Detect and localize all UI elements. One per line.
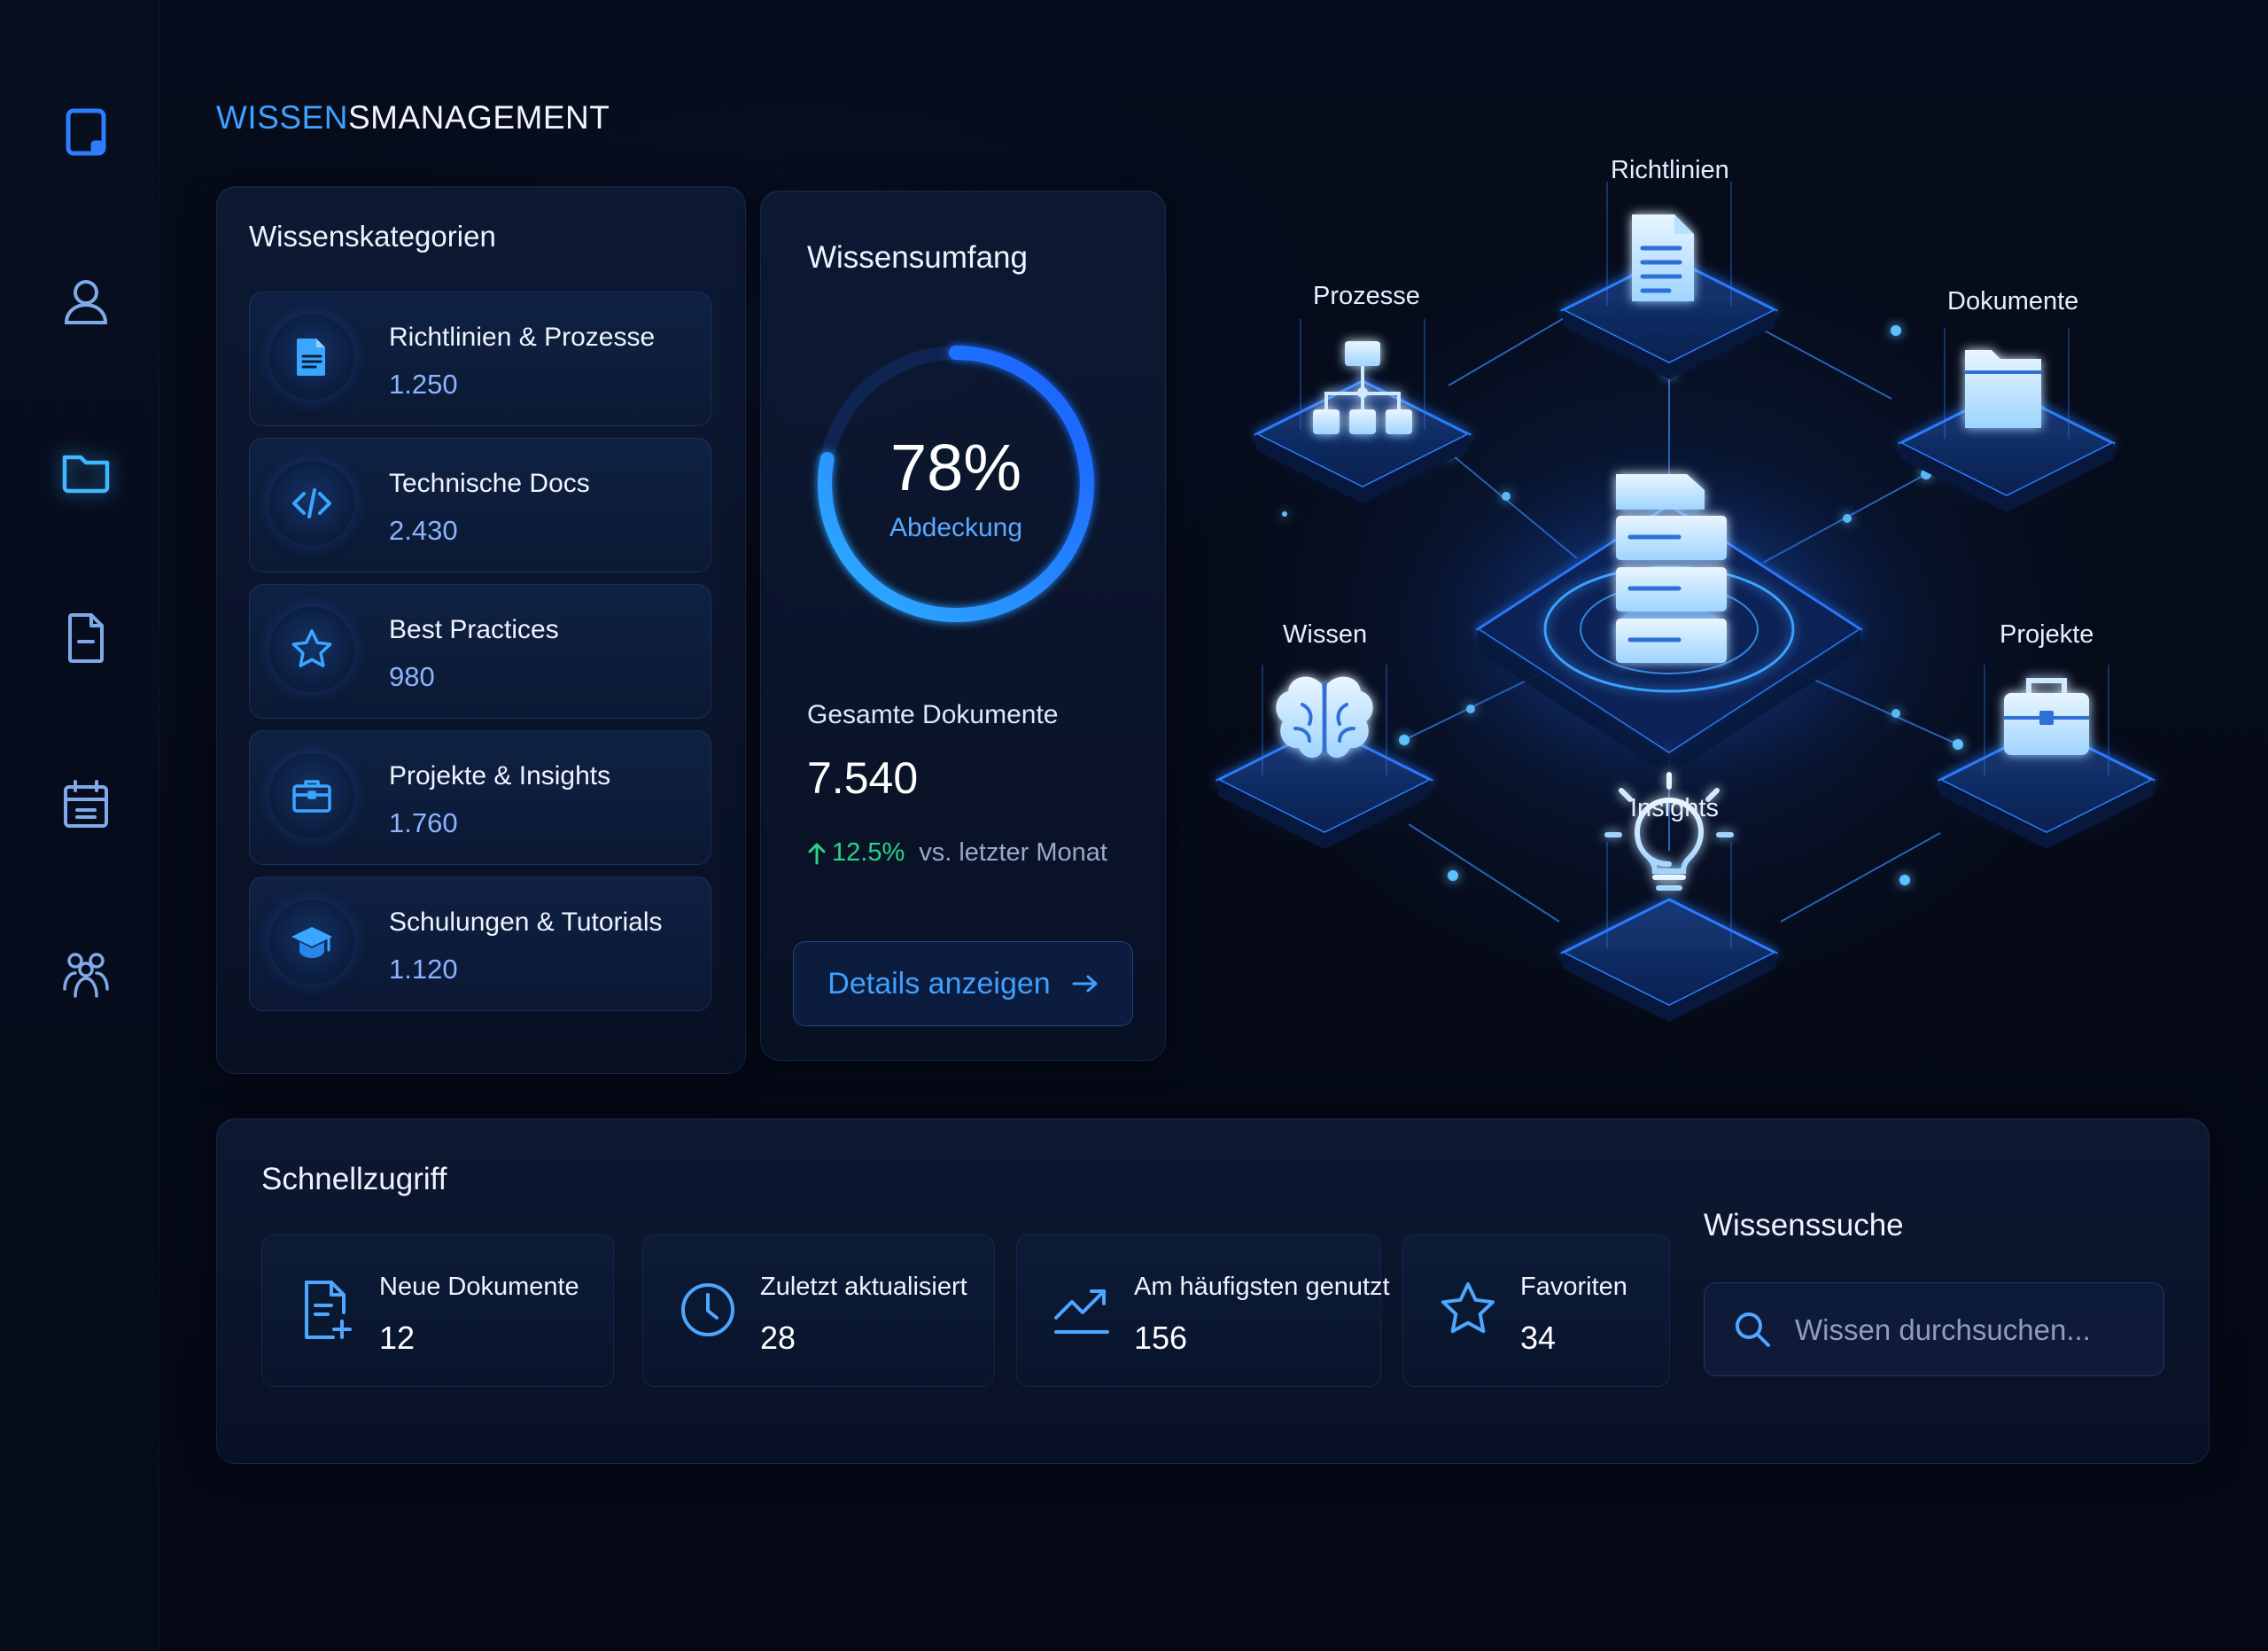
categories-panel: Wissenskategorien Richtlinien & Prozesse… <box>216 186 746 1074</box>
categories-title: Wissenskategorien <box>249 220 496 253</box>
category-label: Schulungen & Tutorials <box>389 907 663 937</box>
knowledge-network: Richtlinien Prozesse Dokumente Wissen Pr… <box>1187 133 2179 1072</box>
category-item-schulungen[interactable]: Schulungen & Tutorials 1.120 <box>249 876 711 1011</box>
clock-icon <box>681 1283 734 1336</box>
quick-access-label: Favoriten <box>1520 1273 1627 1301</box>
network-graphic <box>1214 182 2157 1022</box>
folder-icon <box>1965 350 2041 428</box>
document-icon <box>297 339 325 376</box>
trend-indicator: 12.5% vs. letzter Monat <box>807 838 1107 868</box>
node-label-projekte: Projekte <box>2000 620 2094 649</box>
quick-access-favorites[interactable]: Favoriten 34 <box>1402 1234 1670 1387</box>
node-label-dokumente: Dokumente <box>1947 287 2079 315</box>
node-label-wissen: Wissen <box>1283 620 1368 649</box>
scope-title: Wissensumfang <box>807 240 1028 275</box>
category-label: Richtlinien & Prozesse <box>389 323 656 352</box>
document-icon <box>1632 214 1694 301</box>
node-label-richtlinien: Richtlinien <box>1611 156 1729 184</box>
category-count: 980 <box>389 661 435 692</box>
quick-access-new-documents[interactable]: Neue Dokumente 12 <box>261 1234 614 1387</box>
folder-icon <box>62 455 110 494</box>
category-count: 1.760 <box>389 807 458 838</box>
node-label-prozesse: Prozesse <box>1313 282 1420 310</box>
document-icon <box>68 613 104 663</box>
sidebar-item-team[interactable] <box>49 936 123 1010</box>
scope-panel: Wissensumfang 78% Abdeckung Gesamte Doku… <box>760 191 1166 1061</box>
briefcase-icon <box>2004 678 2089 755</box>
coverage-percent: 78% <box>889 431 1022 504</box>
briefcase-icon <box>292 780 331 813</box>
coverage-ring: 78% Abdeckung <box>810 338 1102 630</box>
category-count: 1.250 <box>389 369 458 400</box>
brain-icon <box>1276 676 1373 759</box>
quick-access-label: Neue Dokumente <box>379 1273 579 1301</box>
node-projekte[interactable] <box>1936 665 2157 849</box>
category-item-technische-docs[interactable]: Technische Docs 2.430 <box>249 438 711 572</box>
sidebar-item-user[interactable] <box>49 264 123 339</box>
arrow-right-icon <box>1072 975 1098 993</box>
user-icon <box>64 280 108 324</box>
sidebar-item-folder[interactable] <box>49 434 123 509</box>
code-icon <box>292 488 331 518</box>
sidebar <box>0 0 160 1651</box>
quick-access-title: Schnellzugriff <box>261 1162 447 1196</box>
app-title: WISSENSMANAGEMENT <box>216 99 610 136</box>
trend-chart-icon <box>1054 1289 1109 1334</box>
category-item-projekte[interactable]: Projekte & Insights 1.760 <box>249 730 711 865</box>
star-icon <box>1441 1282 1495 1334</box>
quick-access-most-used[interactable]: Am häufigsten genutzt 156 <box>1016 1234 1390 1387</box>
quick-access-value: 156 <box>1134 1320 1188 1356</box>
quick-access-panel: Schnellzugriff Neue Dokumente 12 Zuletzt… <box>216 1118 2210 1464</box>
quick-access-label: Zuletzt aktualisiert <box>760 1273 967 1301</box>
team-icon <box>63 953 109 998</box>
quick-access-value: 12 <box>379 1320 416 1356</box>
trend-value: 12.5% <box>832 838 905 867</box>
category-item-best-practices[interactable]: Best Practices 980 <box>249 584 711 719</box>
category-label: Projekte & Insights <box>389 761 611 790</box>
quick-access-value: 28 <box>760 1320 796 1356</box>
category-label: Technische Docs <box>389 469 590 498</box>
category-count: 2.430 <box>389 515 458 546</box>
sidebar-item-document[interactable] <box>49 601 123 675</box>
category-label: Best Practices <box>389 615 559 644</box>
details-button-label: Details anzeigen <box>827 966 1051 1001</box>
sidebar-item-tablet[interactable] <box>49 95 123 169</box>
coverage-label: Abdeckung <box>889 513 1023 542</box>
app-title-accent: WISSEN <box>216 99 348 136</box>
search-title: Wissenssuche <box>1704 1208 1904 1242</box>
trend-text: vs. letzter Monat <box>919 838 1107 867</box>
quick-access-label: Am häufigsten genutzt <box>1134 1273 1390 1301</box>
category-item-richtlinien[interactable]: Richtlinien & Prozesse 1.250 <box>249 292 711 426</box>
category-count: 1.120 <box>389 954 458 985</box>
sidebar-item-calendar[interactable] <box>49 767 123 842</box>
search-input[interactable] <box>1793 1283 2151 1377</box>
node-label-insights: Insights <box>1630 794 1719 822</box>
quick-access-recently-updated[interactable]: Zuletzt aktualisiert 28 <box>642 1234 995 1387</box>
details-button[interactable]: Details anzeigen <box>793 941 1133 1026</box>
tablet-icon <box>66 108 106 156</box>
total-documents-value: 7.540 <box>807 753 919 803</box>
graduation-cap-icon <box>291 927 332 958</box>
new-document-icon <box>305 1281 352 1339</box>
quick-access-value: 34 <box>1520 1320 1557 1356</box>
arrow-up-icon <box>808 843 826 864</box>
app-title-rest: SMANAGEMENT <box>347 99 610 136</box>
search-box[interactable] <box>1704 1282 2164 1377</box>
star-icon <box>291 629 332 667</box>
calendar-icon <box>64 780 108 828</box>
total-documents-label: Gesamte Dokumente <box>807 700 1059 729</box>
search-icon <box>1736 1312 1770 1347</box>
